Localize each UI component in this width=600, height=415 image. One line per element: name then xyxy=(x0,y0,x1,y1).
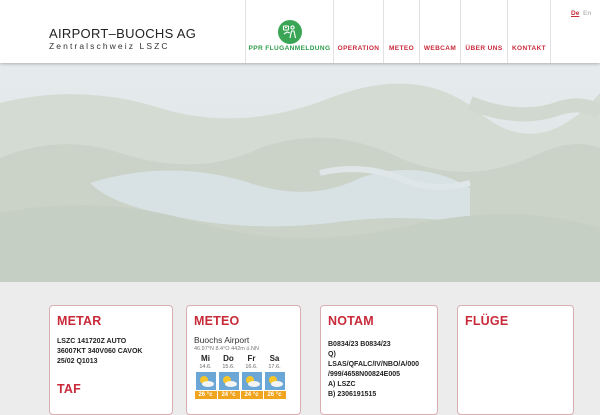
nav-label: KONTAKT xyxy=(511,45,547,52)
forecast-day-name: Fr xyxy=(247,354,256,363)
metar-line: 36007KT 340V060 CAVOK xyxy=(57,348,143,355)
fluge-card[interactable]: FLÜGE xyxy=(457,305,574,415)
nav-item-ppr-fluganmeldung[interactable]: PPR FLUGANMELDUNG xyxy=(245,0,333,63)
forecast-day-date: 14.6. xyxy=(199,364,212,370)
notam-title: NOTAM xyxy=(328,314,374,328)
nav-label: METEO xyxy=(388,45,415,52)
metar-text: LSZC 141720Z AUTO 36007KT 340V060 CAVOK … xyxy=(57,337,165,367)
brand-title: AIRPORT–BUOCHS AG xyxy=(49,26,197,41)
info-cards: METAR LSZC 141720Z AUTO 36007KT 340V060 … xyxy=(0,282,600,415)
metar-line: LSZC 141720Z AUTO xyxy=(57,338,127,345)
nav-label: ÜBER UNS xyxy=(465,45,503,52)
nav-label: OPERATION xyxy=(337,45,380,52)
metar-line: 25/02 Q1013 xyxy=(57,358,98,365)
ppr-pilot-icon xyxy=(278,20,302,44)
meteo-card[interactable]: METEO Buochs Airport 46.97°N 8.4°O 442m … xyxy=(186,305,301,415)
forecast-temp: 26 °c xyxy=(194,391,217,399)
partly-cloudy-icon xyxy=(240,371,263,391)
forecast-day: Do 15.6. 24 °c xyxy=(217,355,240,399)
notam-text: B0834/23 B0834/23 Q) LSAS/QFALC/IV/NBO/A… xyxy=(328,340,430,400)
forecast-temp: 24 °c xyxy=(240,391,263,399)
partly-cloudy-icon xyxy=(263,371,286,391)
brand-logo[interactable]: AIRPORT–BUOCHS AG Zentralschweiz LSZC xyxy=(49,27,196,52)
notam-line: LSAS/QFALC/IV/NBO/A/000 xyxy=(328,361,420,368)
nav-label: WEBCAM xyxy=(423,45,457,52)
forecast-day-name: Mi xyxy=(201,354,210,363)
site-header: AIRPORT–BUOCHS AG Zentralschweiz LSZC PP… xyxy=(0,0,600,63)
taf-title: TAF xyxy=(57,382,81,396)
meteo-title: METEO xyxy=(194,314,240,328)
forecast-temp: 26 °c xyxy=(263,391,286,399)
hero-aerial-image xyxy=(0,63,600,282)
partly-cloudy-icon xyxy=(217,371,240,391)
notam-line: /999/4658N00824E005 xyxy=(328,371,401,378)
nav-item-uber-uns[interactable]: ÜBER UNS xyxy=(460,0,507,63)
language-en-link[interactable]: En xyxy=(583,10,591,17)
weather-station-name: Buochs Airport xyxy=(194,335,250,345)
nav-item-operation[interactable]: OPERATION xyxy=(333,0,383,63)
brand-subtitle: Zentralschweiz LSZC xyxy=(49,41,170,51)
notam-line: Q) xyxy=(328,351,336,358)
language-de-link[interactable]: De xyxy=(571,10,579,17)
metar-card[interactable]: METAR LSZC 141720Z AUTO 36007KT 340V060 … xyxy=(49,305,173,415)
forecast-temp: 24 °c xyxy=(217,391,240,399)
nav-item-meteo[interactable]: METEO xyxy=(383,0,419,63)
forecast-day-date: 15.6. xyxy=(222,364,235,370)
nav-item-webcam[interactable]: WEBCAM xyxy=(419,0,460,63)
forecast-day-name: Sa xyxy=(269,354,280,363)
nav-item-kontakt[interactable]: KONTAKT xyxy=(507,0,551,63)
forecast-day-name: Do xyxy=(223,354,234,363)
notam-card[interactable]: NOTAM B0834/23 B0834/23 Q) LSAS/QFALC/IV… xyxy=(320,305,438,415)
nav-label: PPR FLUGANMELDUNG xyxy=(248,45,331,52)
weather-forecast: Mi 14.6. 26 °c Do 15.6. 24 °c Fr 16.6. 2… xyxy=(194,355,293,399)
forecast-day-date: 16.6. xyxy=(245,364,258,370)
forecast-day: Mi 14.6. 26 °c xyxy=(194,355,217,399)
notam-line: B) 2306191515 xyxy=(328,391,377,398)
notam-line: B0834/23 B0834/23 xyxy=(328,341,391,348)
forecast-day: Sa 17.6. 26 °c xyxy=(263,355,286,399)
fluge-title: FLÜGE xyxy=(465,314,509,328)
weather-station-coords: 46.97°N 8.4°O 442m ü.NN xyxy=(194,346,259,352)
forecast-day: Fr 16.6. 24 °c xyxy=(240,355,263,399)
metar-title: METAR xyxy=(57,314,102,328)
forecast-day-date: 17.6. xyxy=(268,364,281,370)
partly-cloudy-icon xyxy=(194,371,217,391)
main-nav: PPR FLUGANMELDUNG OPERATION METEO WEBCAM… xyxy=(245,0,551,63)
notam-line: A) LSZC xyxy=(328,381,356,388)
